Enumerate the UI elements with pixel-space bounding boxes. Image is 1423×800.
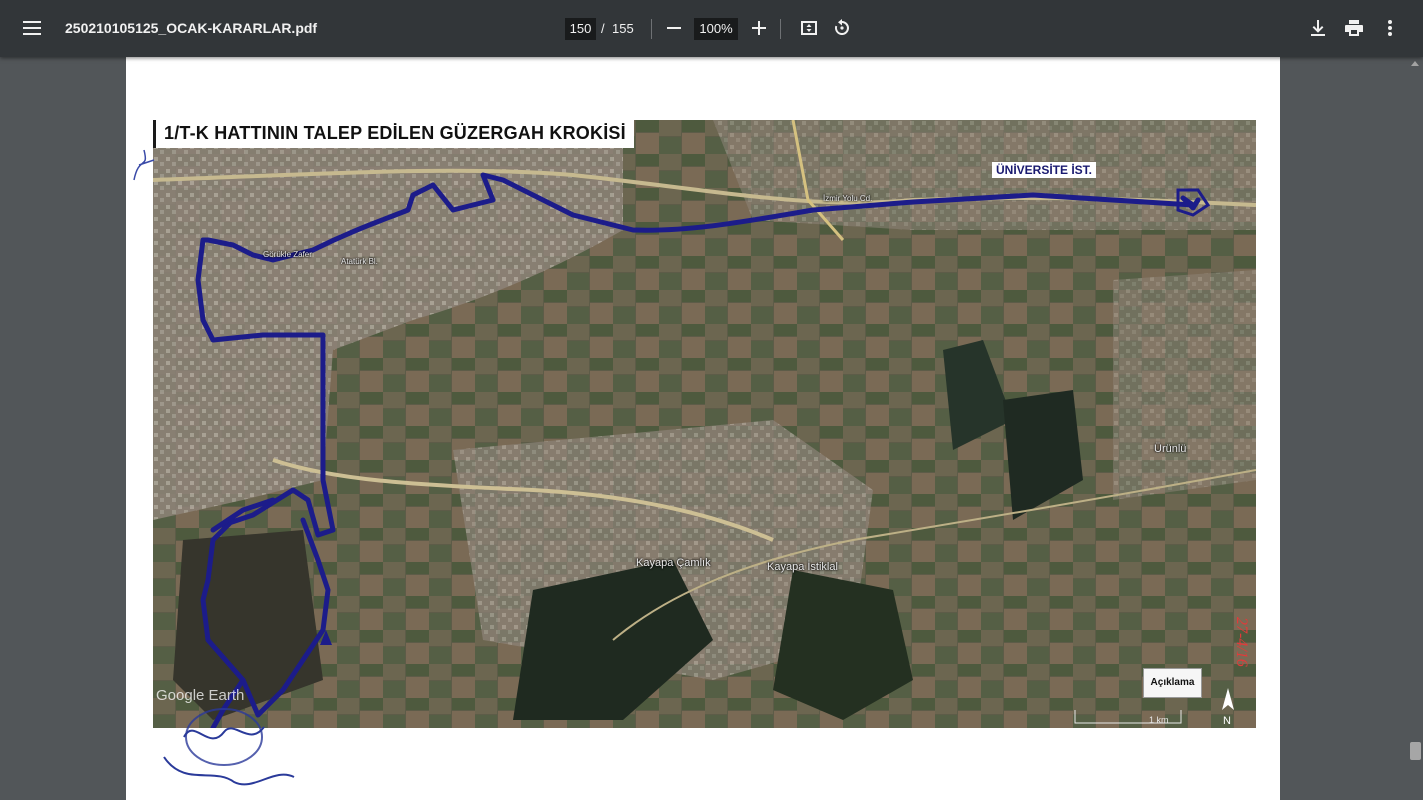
zoom-level-input[interactable]: 100%	[694, 18, 738, 40]
total-pages: 155	[612, 21, 634, 36]
scroll-up-arrow-icon[interactable]	[1411, 61, 1419, 66]
university-stop-label: ÜNİVERSİTE İST.	[992, 162, 1097, 178]
place-label: Kayapa Çamlık	[636, 557, 711, 569]
pdf-viewer[interactable]: N 1/T-K HATTININ TALEP EDİLEN GÜZERGAH K…	[0, 57, 1423, 800]
stamp-signature-icon	[163, 708, 295, 786]
pdf-page: N 1/T-K HATTININ TALEP EDİLEN GÜZERGAH K…	[126, 57, 1280, 800]
pdf-toolbar: 250210105125_OCAK-KARARLAR.pdf 150 / 155…	[0, 0, 1423, 57]
minus-icon[interactable]	[658, 12, 690, 44]
plus-icon[interactable]	[743, 12, 775, 44]
map-title: 1/T-K HATTININ TALEP EDİLEN GÜZERGAH KRO…	[153, 120, 634, 148]
signature-mark-icon	[133, 149, 155, 181]
place-label: İzmir Yolu Cd.	[823, 194, 873, 203]
scrollbar-thumb[interactable]	[1410, 742, 1421, 760]
satellite-map-image: N	[153, 120, 1256, 728]
more-vertical-icon[interactable]	[1374, 12, 1406, 44]
place-label: Ürünlü	[1154, 443, 1187, 455]
document-title: 250210105125_OCAK-KARARLAR.pdf	[65, 20, 318, 36]
fit-to-page-icon[interactable]	[793, 12, 825, 44]
download-icon[interactable]	[1302, 12, 1334, 44]
current-page-input[interactable]: 150	[565, 18, 596, 40]
svg-text:N: N	[1223, 715, 1231, 727]
handwritten-date: 27-4/16	[1233, 617, 1250, 667]
print-icon[interactable]	[1338, 12, 1370, 44]
toolbar-divider	[780, 19, 781, 39]
map-legend: Açıklama	[1143, 668, 1202, 698]
toolbar-divider	[651, 19, 652, 39]
hamburger-menu-icon[interactable]	[16, 12, 48, 44]
place-label: Görükle Zafer	[263, 250, 312, 259]
vertical-scrollbar[interactable]	[1408, 57, 1423, 800]
place-label: Kayapa İstiklal	[767, 561, 838, 573]
rotate-icon[interactable]	[826, 12, 858, 44]
scale-label: 1 km	[1149, 715, 1169, 725]
place-label: Atatürk Bl.	[341, 257, 378, 266]
page-separator: /	[601, 21, 605, 36]
